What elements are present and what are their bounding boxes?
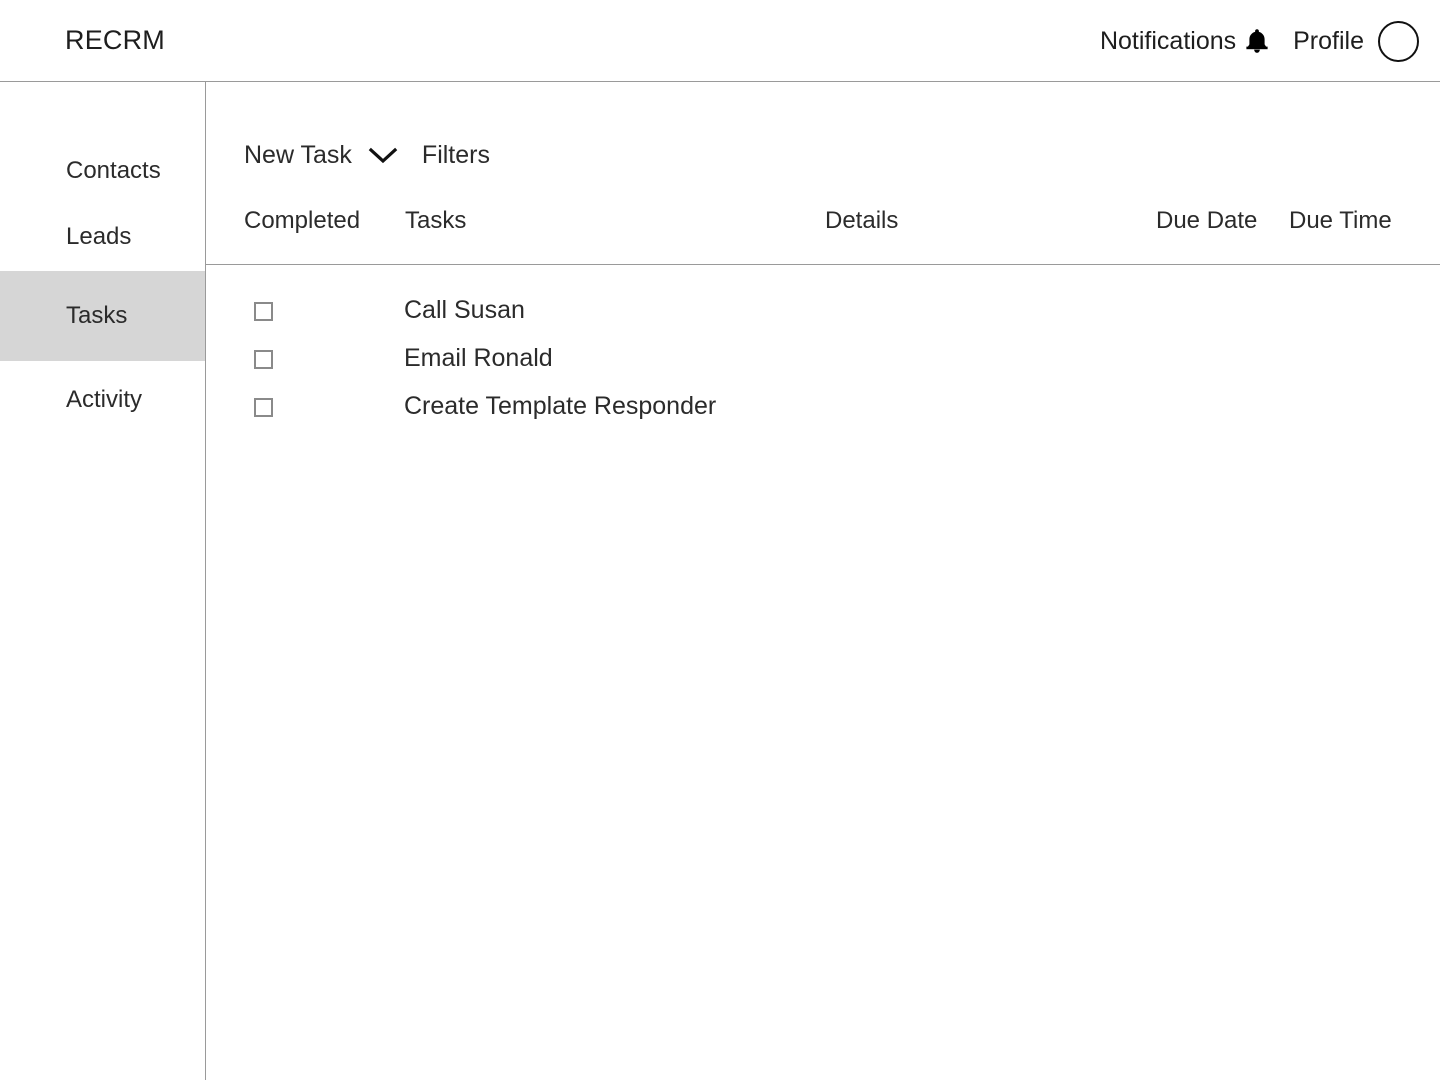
notifications-label: Notifications <box>1099 27 1237 55</box>
tasks-table: Completed Tasks Details Due Date Due Tim… <box>206 183 1440 437</box>
task-completed-cell <box>254 302 273 321</box>
column-header-tasks[interactable]: Tasks <box>405 207 466 235</box>
tasks-table-body: Call Susan Email Ronald Create Template … <box>206 265 1440 437</box>
profile-label: Profile <box>1293 27 1364 55</box>
task-name-cell[interactable]: Call Susan <box>404 295 525 325</box>
task-name-cell[interactable]: Email Ronald <box>404 343 553 373</box>
column-header-completed[interactable]: Completed <box>244 207 360 235</box>
filters-button[interactable]: Filters <box>422 140 490 170</box>
task-completed-checkbox[interactable] <box>254 302 273 321</box>
column-header-details[interactable]: Details <box>825 207 898 235</box>
header-actions: Notifications Profile <box>1100 0 1419 82</box>
sidebar-item-label: Leads <box>66 223 132 250</box>
task-completed-cell <box>254 350 273 369</box>
sidebar-item-leads[interactable]: Leads <box>0 192 205 282</box>
app-root: RECRM Notifications Profile Contacts Lea… <box>0 0 1440 1080</box>
new-task-label: New Task <box>244 141 352 169</box>
top-header-bar: RECRM Notifications Profile <box>0 0 1440 82</box>
table-row: Email Ronald <box>206 341 1440 389</box>
column-header-due-date[interactable]: Due Date <box>1156 207 1257 235</box>
task-completed-cell <box>254 398 273 417</box>
sidebar-item-label: Tasks <box>66 302 128 329</box>
table-row: Call Susan <box>206 293 1440 341</box>
task-completed-checkbox[interactable] <box>254 398 273 417</box>
avatar-circle-icon[interactable] <box>1378 20 1419 62</box>
sidebar-nav: Contacts Leads Tasks Activity <box>0 82 206 1080</box>
sidebar-item-activity[interactable]: Activity <box>0 355 205 445</box>
app-brand-logo[interactable]: RECRM <box>65 24 165 56</box>
task-completed-checkbox[interactable] <box>254 350 273 369</box>
tasks-toolbar: New Task Filters <box>206 132 490 178</box>
sidebar-item-label: Activity <box>66 386 143 413</box>
table-row: Create Template Responder <box>206 389 1440 437</box>
notifications-button[interactable]: Notifications <box>1100 26 1269 56</box>
main-content: New Task Filters Completed Tasks Details… <box>206 82 1440 1080</box>
profile-button[interactable]: Profile <box>1293 20 1419 62</box>
bell-icon <box>1245 28 1269 54</box>
column-header-due-time[interactable]: Due Time <box>1289 207 1392 235</box>
task-name-cell[interactable]: Create Template Responder <box>404 391 716 421</box>
sidebar-item-label: Contacts <box>66 157 161 184</box>
chevron-down-icon[interactable] <box>368 145 398 165</box>
new-task-button[interactable]: New Task <box>206 140 398 170</box>
sidebar-item-tasks[interactable]: Tasks <box>0 271 205 361</box>
tasks-table-header-row: Completed Tasks Details Due Date Due Tim… <box>206 183 1440 265</box>
